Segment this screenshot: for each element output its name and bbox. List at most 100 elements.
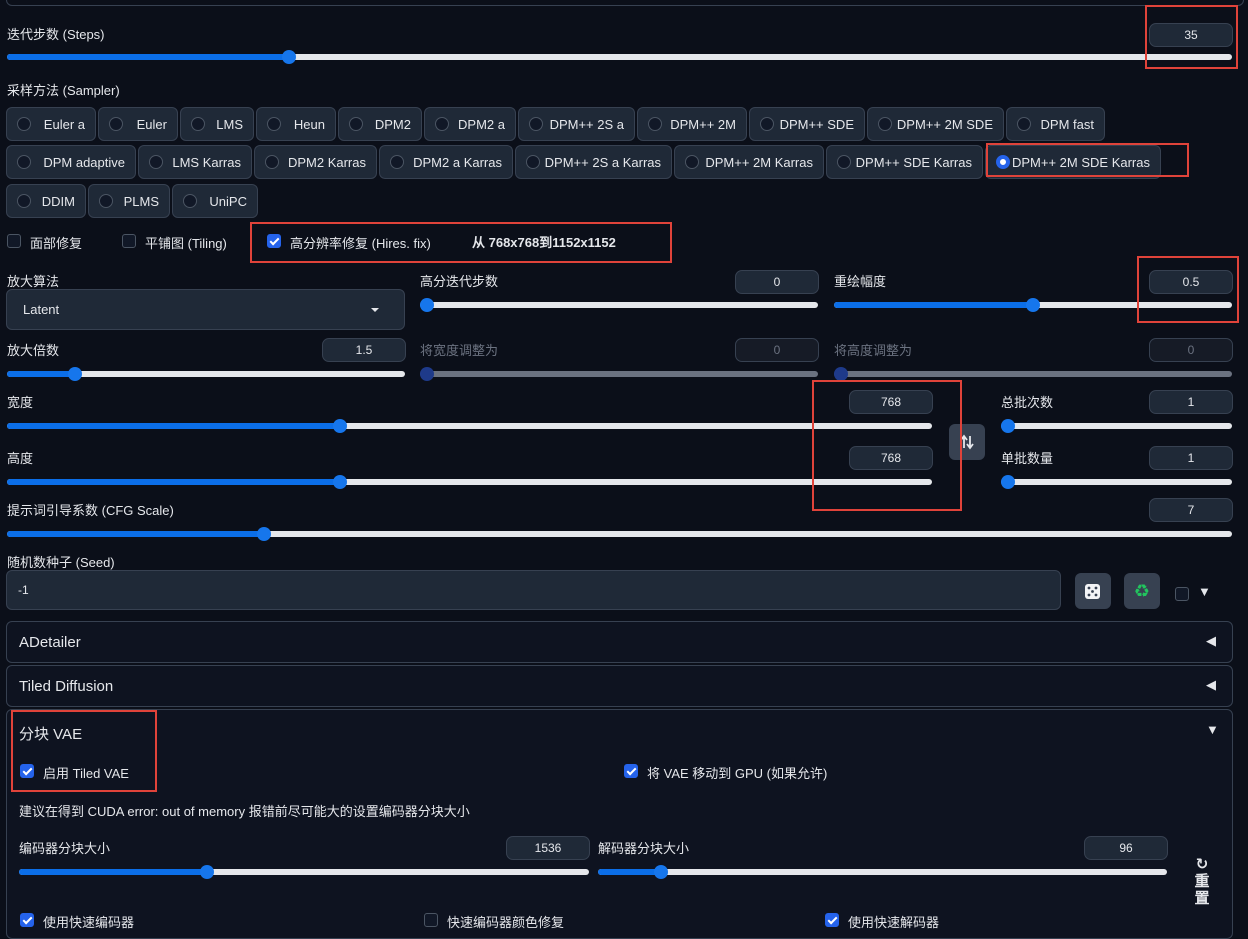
radio-icon — [267, 117, 281, 131]
reset-tile-size-button[interactable]: ↻重置 — [1193, 856, 1211, 907]
radio-icon — [191, 117, 205, 131]
sampler-option[interactable]: DPM2 — [338, 107, 422, 141]
seed-input[interactable]: -1 — [6, 570, 1061, 610]
sampler-option[interactable]: DPM++ 2M SDE — [867, 107, 1004, 141]
sampler-option[interactable]: DPM2 Karras — [254, 145, 377, 179]
radio-icon — [265, 155, 279, 169]
reuse-seed-button[interactable]: ♻ — [1124, 573, 1160, 609]
radio-icon — [149, 155, 163, 169]
fast-decoder-checkbox[interactable] — [825, 913, 839, 927]
fast-encoder-checkbox[interactable] — [20, 913, 34, 927]
resize-height-slider[interactable] — [834, 367, 1232, 381]
sampler-option[interactable]: DPM++ 2S a — [518, 107, 635, 141]
height-slider[interactable] — [7, 475, 932, 489]
fast-encoder-color-fix-checkbox[interactable] — [424, 913, 438, 927]
radio-icon — [878, 117, 892, 131]
denoise-label: 重绘幅度 — [834, 274, 887, 289]
tiling-label: 平铺图 (Tiling) — [145, 236, 227, 251]
extra-seed-checkbox[interactable] — [1175, 587, 1189, 601]
fast-decoder-label: 使用快速解码器 — [848, 915, 940, 930]
accordion-title: ADetailer — [19, 634, 81, 651]
dice-icon — [1085, 584, 1100, 599]
batch-count-input[interactable]: 1 — [1149, 390, 1233, 414]
top-panel-edge — [6, 0, 1244, 6]
sampler-option[interactable]: DPM++ SDE Karras — [826, 145, 983, 179]
sampler-option[interactable]: DDIM — [6, 184, 86, 218]
radio-icon — [349, 117, 363, 131]
batch-count-slider[interactable] — [1001, 419, 1232, 433]
enable-tiled-vae-checkbox[interactable] — [20, 764, 34, 778]
width-label: 宽度 — [7, 395, 34, 410]
expand-down-icon[interactable]: ▼ — [1206, 722, 1219, 737]
encoder-tile-input[interactable]: 1536 — [506, 836, 590, 860]
radio-icon — [390, 155, 404, 169]
highlight-size — [812, 380, 962, 511]
tiling-checkbox[interactable] — [122, 234, 136, 248]
sampler-option[interactable]: PLMS — [88, 184, 170, 218]
radio-icon — [526, 155, 540, 169]
highlight-sampler — [986, 143, 1189, 177]
upscaler-label: 放大算法 — [7, 274, 60, 289]
cfg-input[interactable]: 7 — [1149, 498, 1233, 522]
sampler-option[interactable]: LMS Karras — [138, 145, 252, 179]
decoder-tile-input[interactable]: 96 — [1084, 836, 1168, 860]
decoder-tile-label: 解码器分块大小 — [598, 841, 690, 856]
sampler-label: 采样方法 (Sampler) — [7, 83, 120, 98]
collapse-left-icon: ◀ — [1206, 633, 1216, 648]
sampler-option[interactable]: DPM adaptive — [6, 145, 136, 179]
extra-seed-expand-icon[interactable]: ▼ — [1198, 584, 1211, 599]
sampler-option[interactable]: DPM++ 2M — [637, 107, 747, 141]
sampler-option[interactable]: DPM++ SDE — [749, 107, 865, 141]
sampler-option[interactable]: LMS — [180, 107, 254, 141]
sampler-option[interactable]: Euler a — [6, 107, 96, 141]
sampler-option[interactable]: DPM fast — [1006, 107, 1105, 141]
batch-size-label: 单批数量 — [1001, 451, 1054, 466]
radio-icon — [435, 117, 449, 131]
sampler-option[interactable]: Heun — [256, 107, 336, 141]
recycle-icon: ♻ — [1133, 580, 1151, 601]
move-vae-gpu-checkbox[interactable] — [624, 764, 638, 778]
radio-icon — [685, 155, 699, 169]
sampler-option[interactable]: DPM++ 2S a Karras — [515, 145, 672, 179]
radio-icon — [99, 194, 113, 208]
radio-icon — [837, 155, 851, 169]
sampler-option[interactable]: Euler — [98, 107, 178, 141]
highlight-hires — [250, 222, 672, 263]
batch-size-slider[interactable] — [1001, 475, 1232, 489]
resize-height-label: 将高度调整为 — [834, 343, 913, 358]
swap-vertical-icon — [960, 434, 974, 450]
resize-width-slider[interactable] — [420, 367, 818, 381]
encoder-tile-label: 编码器分块大小 — [19, 841, 111, 856]
batch-size-input[interactable]: 1 — [1149, 446, 1233, 470]
resize-width-input[interactable]: 0 — [735, 338, 819, 362]
hires-steps-input[interactable]: 0 — [735, 270, 819, 294]
sampler-option[interactable]: UniPC — [172, 184, 258, 218]
resize-height-input[interactable]: 0 — [1149, 338, 1233, 362]
steps-label: 迭代步数 (Steps) — [7, 27, 105, 42]
hires-steps-slider[interactable] — [420, 298, 818, 312]
upscaler-dropdown[interactable]: Latent — [6, 289, 405, 330]
scale-slider[interactable] — [7, 367, 405, 381]
enable-tiled-vae-label: 启用 Tiled VAE — [43, 766, 129, 781]
face-restore-checkbox[interactable] — [7, 234, 21, 248]
upscaler-value: Latent — [23, 302, 60, 317]
radio-icon — [529, 117, 543, 131]
random-seed-button[interactable] — [1075, 573, 1111, 609]
radio-icon — [109, 117, 123, 131]
cfg-slider[interactable] — [7, 527, 1232, 541]
encoder-tile-slider[interactable] — [19, 865, 589, 879]
sampler-option[interactable]: DPM2 a Karras — [379, 145, 513, 179]
radio-icon — [760, 117, 774, 131]
radio-icon — [17, 155, 31, 169]
accordion-adetailer[interactable]: ADetailer ◀ — [6, 621, 1233, 663]
sampler-option[interactable]: DPM2 a — [424, 107, 516, 141]
accordion-tiled-diffusion[interactable]: Tiled Diffusion ◀ — [6, 665, 1233, 707]
decoder-tile-slider[interactable] — [598, 865, 1167, 879]
width-slider[interactable] — [7, 419, 932, 433]
scale-input[interactable]: 1.5 — [322, 338, 406, 362]
scale-label: 放大倍数 — [7, 343, 60, 358]
accordion-tiled-vae: 分块 VAE ▼ — [6, 709, 1233, 939]
sampler-option[interactable]: DPM++ 2M Karras — [674, 145, 824, 179]
radio-icon — [183, 194, 197, 208]
steps-slider[interactable] — [7, 50, 1232, 64]
